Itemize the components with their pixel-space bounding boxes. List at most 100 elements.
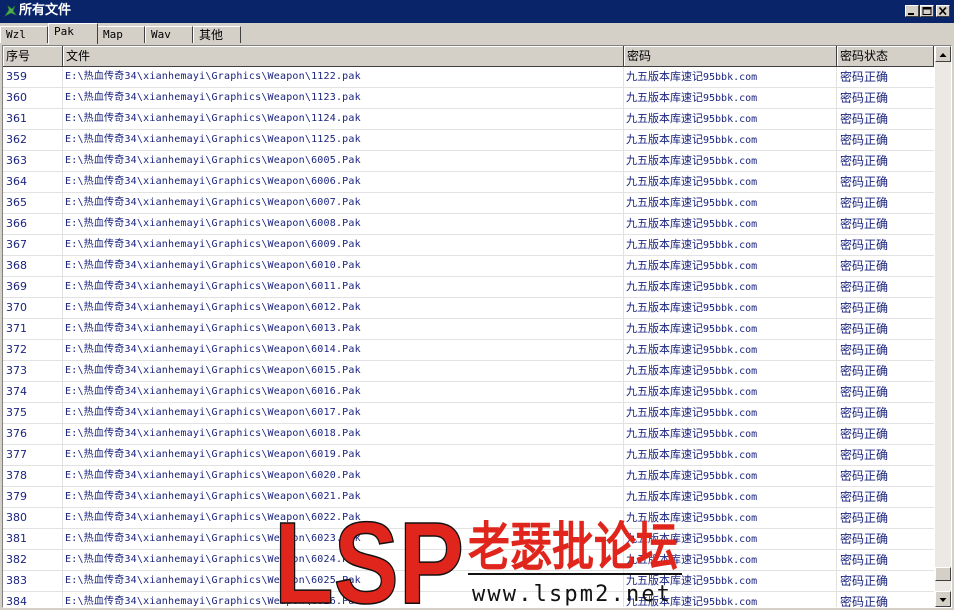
tab-pak[interactable]: Pak xyxy=(48,23,98,44)
row-password: 九五版本库速记95bbk.com xyxy=(626,172,836,192)
row-password-text: 九五版本库速记 xyxy=(626,448,703,461)
row-password-text: 九五版本库速记 xyxy=(626,259,703,272)
table-row[interactable]: 369 E:\热血传奇34\xianhemayi\Graphics\Weapon\… xyxy=(3,277,934,298)
row-index: 368 xyxy=(6,259,27,272)
row-index: 363 xyxy=(6,154,27,167)
row-password-domain: 95bbk.com xyxy=(703,408,758,419)
table-row[interactable]: 371 E:\热血传奇34\xianhemayi\Graphics\Weapon\… xyxy=(3,319,934,340)
row-password-status: 密码正确 xyxy=(840,469,889,483)
row-password-domain: 95bbk.com xyxy=(703,324,758,335)
row-password-domain: 95bbk.com xyxy=(703,597,758,608)
row-file-path: E:\热血传奇34\xianhemayi\Graphics\Weapon\600… xyxy=(65,218,361,229)
row-password-status: 密码正确 xyxy=(840,70,889,84)
row-password-domain: 95bbk.com xyxy=(703,387,758,398)
row-password-status: 密码正确 xyxy=(840,217,889,231)
watermark: LSP 老瑟批论坛 www.lspm2.net xyxy=(276,503,682,607)
table-row[interactable]: 359 E:\热血传奇34\xianhemayi\Graphics\Weapon\… xyxy=(3,67,934,88)
row-index: 371 xyxy=(6,322,27,335)
row-index: 360 xyxy=(6,91,27,104)
row-password-domain: 95bbk.com xyxy=(703,471,758,482)
row-password: 九五版本库速记95bbk.com xyxy=(626,319,836,339)
row-password-text: 九五版本库速记 xyxy=(626,154,703,167)
table-row[interactable]: 373 E:\热血传奇34\xianhemayi\Graphics\Weapon\… xyxy=(3,361,934,382)
row-password-text: 九五版本库速记 xyxy=(626,427,703,440)
row-password-domain: 95bbk.com xyxy=(703,177,758,188)
row-password-domain: 95bbk.com xyxy=(703,450,758,461)
row-password-text: 九五版本库速记 xyxy=(626,301,703,314)
row-index: 382 xyxy=(6,553,27,566)
row-file-path: E:\热血传奇34\xianhemayi\Graphics\Weapon\112… xyxy=(65,134,361,145)
row-file-path: E:\热血传奇34\xianhemayi\Graphics\Weapon\112… xyxy=(65,71,361,82)
row-file-path: E:\热血传奇34\xianhemayi\Graphics\Weapon\112… xyxy=(65,113,361,124)
row-password-domain: 95bbk.com xyxy=(703,93,758,104)
row-index: 367 xyxy=(6,238,27,251)
row-password-domain: 95bbk.com xyxy=(703,303,758,314)
tab-wzl[interactable]: Wzl xyxy=(0,26,48,43)
row-index: 365 xyxy=(6,196,27,209)
tab-map[interactable]: Map xyxy=(97,26,145,43)
table-row[interactable]: 362 E:\热血传奇34\xianhemayi\Graphics\Weapon\… xyxy=(3,130,934,151)
row-password: 九五版本库速记95bbk.com xyxy=(626,424,836,444)
row-password-text: 九五版本库速记 xyxy=(626,406,703,419)
row-password-status: 密码正确 xyxy=(840,427,889,441)
vertical-scrollbar[interactable] xyxy=(935,46,951,607)
table-row[interactable]: 376 E:\热血传奇34\xianhemayi\Graphics\Weapon\… xyxy=(3,424,934,445)
row-file-path: E:\热血传奇34\xianhemayi\Graphics\Weapon\600… xyxy=(65,176,361,187)
table-row[interactable]: 360 E:\热血传奇34\xianhemayi\Graphics\Weapon\… xyxy=(3,88,934,109)
table-row[interactable]: 364 E:\热血传奇34\xianhemayi\Graphics\Weapon\… xyxy=(3,172,934,193)
minimize-button[interactable] xyxy=(905,5,919,17)
row-file-path: E:\热血传奇34\xianhemayi\Graphics\Weapon\601… xyxy=(65,386,361,397)
minimize-icon xyxy=(908,13,914,15)
row-password-domain: 95bbk.com xyxy=(703,366,758,377)
table-row[interactable]: 365 E:\热血传奇34\xianhemayi\Graphics\Weapon\… xyxy=(3,193,934,214)
tab-wav[interactable]: Wav xyxy=(145,26,193,43)
table-row[interactable]: 372 E:\热血传奇34\xianhemayi\Graphics\Weapon\… xyxy=(3,340,934,361)
row-password: 九五版本库速记95bbk.com xyxy=(626,151,836,171)
column-header-file[interactable]: 文件 xyxy=(63,46,624,67)
table-row[interactable]: 368 E:\热血传奇34\xianhemayi\Graphics\Weapon\… xyxy=(3,256,934,277)
row-index: 366 xyxy=(6,217,27,230)
table-row[interactable]: 363 E:\热血传奇34\xianhemayi\Graphics\Weapon\… xyxy=(3,151,934,172)
tab-strip: Wzl Pak Map Wav 其他 xyxy=(0,23,954,44)
row-password-text: 九五版本库速记 xyxy=(626,175,703,188)
table-row[interactable]: 375 E:\热血传奇34\xianhemayi\Graphics\Weapon\… xyxy=(3,403,934,424)
table-row[interactable]: 361 E:\热血传奇34\xianhemayi\Graphics\Weapon\… xyxy=(3,109,934,130)
row-file-path: E:\热血传奇34\xianhemayi\Graphics\Weapon\601… xyxy=(65,449,361,460)
scroll-thumb[interactable] xyxy=(935,567,951,581)
row-password-text: 九五版本库速记 xyxy=(626,490,703,503)
row-index: 378 xyxy=(6,469,27,482)
tab-other[interactable]: 其他 xyxy=(193,26,241,43)
row-file-path: E:\热血传奇34\xianhemayi\Graphics\Weapon\600… xyxy=(65,155,361,166)
row-password-status: 密码正确 xyxy=(840,196,889,210)
row-file-path: E:\热血传奇34\xianhemayi\Graphics\Weapon\601… xyxy=(65,281,361,292)
table-row[interactable]: 374 E:\热血传奇34\xianhemayi\Graphics\Weapon\… xyxy=(3,382,934,403)
close-button[interactable] xyxy=(936,5,950,17)
column-header-status[interactable]: 密码状态 xyxy=(837,46,934,67)
row-password-status: 密码正确 xyxy=(840,175,889,189)
column-header-password[interactable]: 密码 xyxy=(624,46,837,67)
table-row[interactable]: 378 E:\热血传奇34\xianhemayi\Graphics\Weapon\… xyxy=(3,466,934,487)
row-password-status: 密码正确 xyxy=(840,448,889,462)
table-row[interactable]: 367 E:\热血传奇34\xianhemayi\Graphics\Weapon\… xyxy=(3,235,934,256)
row-password-text: 九五版本库速记 xyxy=(626,385,703,398)
row-password-domain: 95bbk.com xyxy=(703,114,758,125)
scroll-down-button[interactable] xyxy=(935,591,951,607)
row-password-text: 九五版本库速记 xyxy=(626,70,703,83)
row-password: 九五版本库速记95bbk.com xyxy=(626,382,836,402)
scroll-up-button[interactable] xyxy=(935,46,951,62)
row-file-path: E:\热血传奇34\xianhemayi\Graphics\Weapon\112… xyxy=(65,92,361,103)
row-index: 361 xyxy=(6,112,27,125)
row-index: 359 xyxy=(6,70,27,83)
table-row[interactable]: 377 E:\热血传奇34\xianhemayi\Graphics\Weapon\… xyxy=(3,445,934,466)
table-row[interactable]: 366 E:\热血传奇34\xianhemayi\Graphics\Weapon\… xyxy=(3,214,934,235)
table-row[interactable]: 370 E:\热血传奇34\xianhemayi\Graphics\Weapon\… xyxy=(3,298,934,319)
row-password-status: 密码正确 xyxy=(840,406,889,420)
row-index: 381 xyxy=(6,532,27,545)
row-password: 九五版本库速记95bbk.com xyxy=(626,466,836,486)
maximize-button[interactable] xyxy=(920,5,934,17)
row-password-domain: 95bbk.com xyxy=(703,156,758,167)
column-header-no[interactable]: 序号 xyxy=(3,46,63,67)
row-password-domain: 95bbk.com xyxy=(703,72,758,83)
row-password-text: 九五版本库速记 xyxy=(626,343,703,356)
row-password: 九五版本库速记95bbk.com xyxy=(626,298,836,318)
